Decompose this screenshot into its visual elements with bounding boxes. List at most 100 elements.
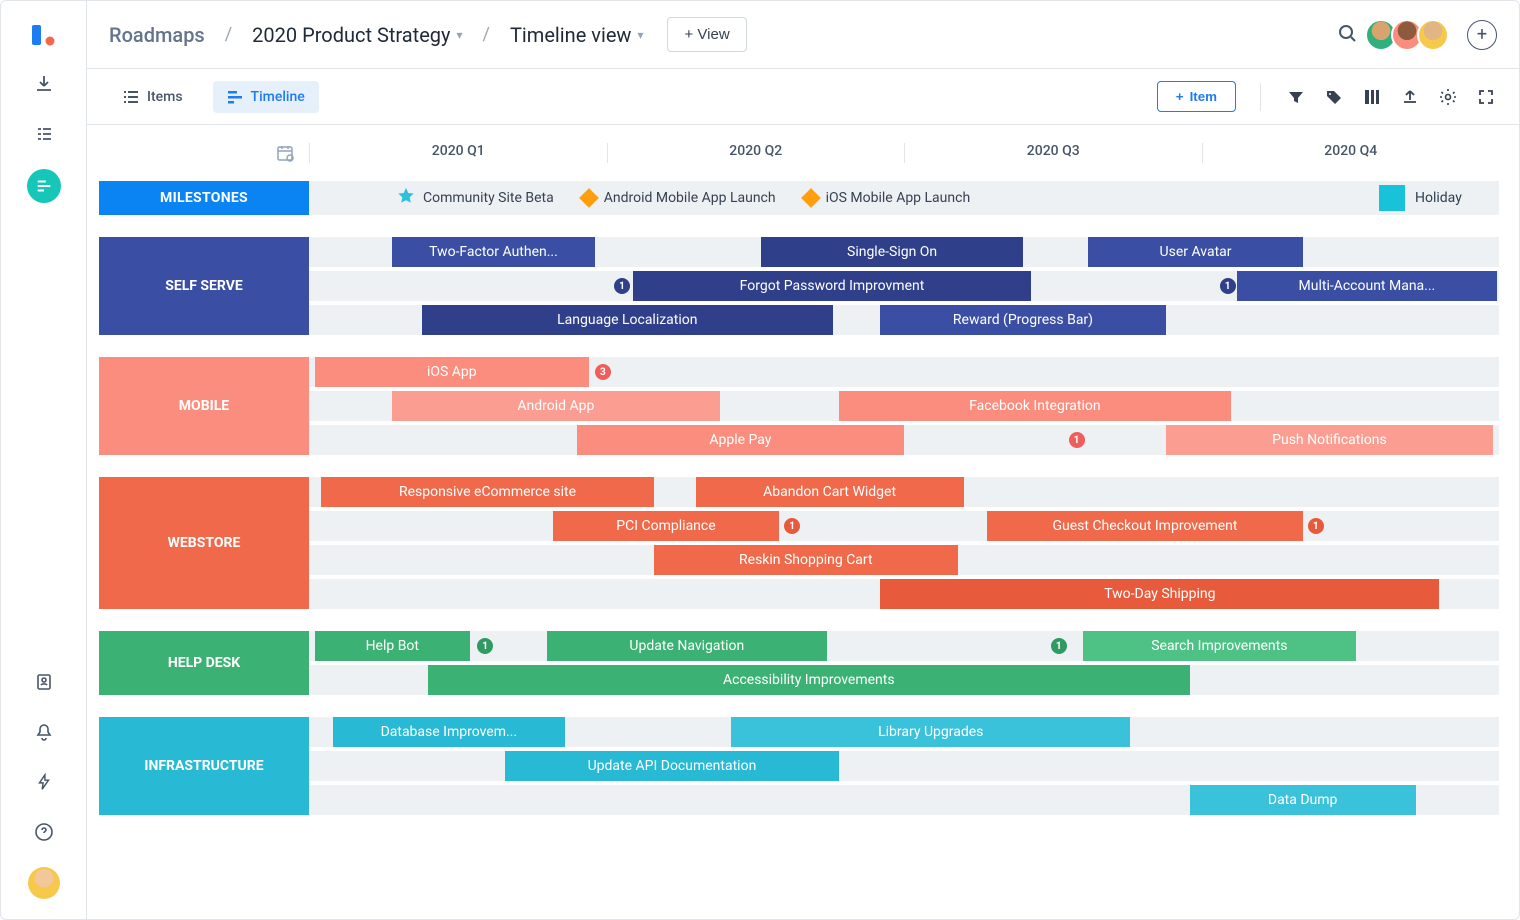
main: Roadmaps / 2020 Product Strategy ▾ / Tim… xyxy=(87,1,1519,919)
contacts-icon[interactable] xyxy=(29,667,59,697)
timeline-bar[interactable]: Guest Checkout Improvement xyxy=(987,511,1302,541)
add-collaborator-button[interactable]: + xyxy=(1467,20,1497,50)
count-badge[interactable]: 1 xyxy=(1220,278,1236,294)
plus-icon: + xyxy=(1176,89,1184,104)
count-badge[interactable]: 1 xyxy=(614,278,630,294)
timeline-bar[interactable]: User Avatar xyxy=(1088,237,1302,267)
count-badge[interactable]: 1 xyxy=(784,518,800,534)
timeline-bar[interactable]: Accessibility Improvements xyxy=(428,665,1190,695)
help-icon[interactable] xyxy=(29,817,59,847)
timeline-bar[interactable]: iOS App xyxy=(315,357,589,387)
gear-icon[interactable] xyxy=(1437,86,1459,108)
breadcrumb-roadmap-label: 2020 Product Strategy xyxy=(252,23,450,47)
timeline-row: Two-Day Shipping xyxy=(309,579,1499,609)
timeline-bar[interactable]: Database Improvem... xyxy=(333,717,565,747)
timeline-content: 2020 Q1 2020 Q2 2020 Q3 2020 Q4 MILESTON… xyxy=(87,125,1519,919)
quarter-label: 2020 Q4 xyxy=(1202,143,1500,163)
milestone[interactable]: iOS Mobile App Launch xyxy=(804,190,971,206)
timeline-bar[interactable]: Reward (Progress Bar) xyxy=(880,305,1166,335)
tab-timeline-label: Timeline xyxy=(251,89,305,105)
bell-icon[interactable] xyxy=(29,717,59,747)
timeline-bar[interactable]: Android App xyxy=(392,391,719,421)
timeline-row: iOS App 3 xyxy=(309,357,1499,387)
lane-infrastructure: Database Improvem... Library Upgrades Upda… xyxy=(309,717,1499,815)
timeline-bar[interactable]: Help Bot xyxy=(315,631,470,661)
timeline-row: Reskin Shopping Cart xyxy=(309,545,1499,575)
columns-icon[interactable] xyxy=(1361,86,1383,108)
milestone-holiday[interactable]: Holiday xyxy=(1379,185,1489,211)
timeline-row: Apple Pay 1 Push Notifications xyxy=(309,425,1499,455)
timeline-bar[interactable]: Forgot Password Improvment xyxy=(633,271,1032,301)
chevron-down-icon: ▾ xyxy=(457,28,463,42)
timeline-bar[interactable]: Reskin Shopping Cart xyxy=(654,545,957,575)
add-view-button[interactable]: + View xyxy=(667,17,746,52)
tab-items[interactable]: Items xyxy=(109,81,197,113)
timeline-bar[interactable]: Multi-Account Mana... xyxy=(1237,271,1496,301)
download-icon[interactable] xyxy=(29,69,59,99)
timeline-bar[interactable]: Update Navigation xyxy=(547,631,827,661)
timeline-bar[interactable]: Update API Documentation xyxy=(505,751,838,781)
timeline-row: Help Bot 1 Update Navigation 1 Search Improv… xyxy=(309,631,1499,661)
count-badge[interactable]: 1 xyxy=(1308,518,1324,534)
breadcrumb-root[interactable]: Roadmaps xyxy=(109,23,205,47)
timeline-nav-icon[interactable] xyxy=(27,169,61,203)
timeline-bar[interactable]: Apple Pay xyxy=(577,425,904,455)
count-badge[interactable]: 1 xyxy=(477,638,493,654)
timeline-bar[interactable]: Language Localization xyxy=(422,305,833,335)
timeline-bar[interactable]: Single-Sign On xyxy=(761,237,1023,267)
add-item-label: Item xyxy=(1190,89,1217,104)
divider xyxy=(1260,83,1261,111)
avatar[interactable] xyxy=(1417,19,1449,51)
add-item-button[interactable]: + Item xyxy=(1157,81,1236,112)
timeline-row: Two-Factor Authen... Single-Sign On User A… xyxy=(309,237,1499,267)
chevron-down-icon: ▾ xyxy=(637,28,643,42)
search-icon[interactable] xyxy=(1337,23,1357,47)
breadcrumb-view[interactable]: Timeline view ▾ xyxy=(510,23,644,47)
timeline-row: Android App Facebook Integration xyxy=(309,391,1499,421)
tab-timeline[interactable]: Timeline xyxy=(213,81,319,113)
tag-icon[interactable] xyxy=(1323,86,1345,108)
diamond-icon xyxy=(579,188,599,208)
bolt-icon[interactable] xyxy=(29,767,59,797)
calendar-settings-icon[interactable] xyxy=(99,143,309,163)
lane-label-mobile: MOBILE xyxy=(99,357,309,455)
tab-items-label: Items xyxy=(147,89,183,105)
timeline-row: 1Forgot Password Improvment1Multi-Accoun… xyxy=(309,271,1499,301)
milestone-label: iOS Mobile App Launch xyxy=(826,190,971,206)
timeline-row: Database Improvem... Library Upgrades xyxy=(309,717,1499,747)
export-icon[interactable] xyxy=(1399,86,1421,108)
milestone-label: Community Site Beta xyxy=(423,190,554,206)
milestone-label: Android Mobile App Launch xyxy=(604,190,776,206)
milestone[interactable]: Community Site Beta xyxy=(397,187,554,209)
timeline-bar[interactable]: Abandon Cart Widget xyxy=(696,477,964,507)
timeline-bar[interactable]: Data Dump xyxy=(1190,785,1416,815)
timeline-bar[interactable]: Search Improvements xyxy=(1083,631,1357,661)
expand-icon[interactable] xyxy=(1475,86,1497,108)
lane-label-self-serve: SELF SERVE xyxy=(99,237,309,335)
checklist-icon[interactable] xyxy=(29,119,59,149)
timeline-row: Data Dump xyxy=(309,785,1499,815)
profile-avatar[interactable] xyxy=(28,867,60,899)
milestone[interactable]: Android Mobile App Launch xyxy=(582,190,776,206)
timeline-bar[interactable]: Responsive eCommerce site xyxy=(321,477,654,507)
header: Roadmaps / 2020 Product Strategy ▾ / Tim… xyxy=(87,1,1519,69)
breadcrumb-sep: / xyxy=(483,24,490,45)
timeline-row: Language Localization Reward (Progress Ba… xyxy=(309,305,1499,335)
quarter-label: 2020 Q2 xyxy=(607,143,905,163)
app-logo[interactable] xyxy=(30,21,58,49)
count-badge[interactable]: 1 xyxy=(1051,638,1067,654)
timeline-bar[interactable]: Two-Factor Authen... xyxy=(392,237,594,267)
count-badge[interactable]: 3 xyxy=(595,364,611,380)
lane-mobile: iOS App3Android AppFacebook IntegrationA… xyxy=(309,357,1499,455)
milestones-strip: Community Site Beta Android Mobile App L… xyxy=(309,181,1499,215)
filter-icon[interactable] xyxy=(1285,86,1307,108)
timeline-bar[interactable]: Facebook Integration xyxy=(839,391,1232,421)
timeline-bar[interactable]: Two-Day Shipping xyxy=(880,579,1439,609)
count-badge[interactable]: 1 xyxy=(1069,432,1085,448)
collaborator-avatars xyxy=(1371,19,1449,51)
timeline-bar[interactable]: Library Upgrades xyxy=(731,717,1130,747)
timeline-bar[interactable]: PCI Compliance xyxy=(553,511,779,541)
square-icon xyxy=(1379,185,1405,211)
breadcrumb-roadmap[interactable]: 2020 Product Strategy ▾ xyxy=(252,23,462,47)
timeline-bar[interactable]: Push Notifications xyxy=(1166,425,1493,455)
